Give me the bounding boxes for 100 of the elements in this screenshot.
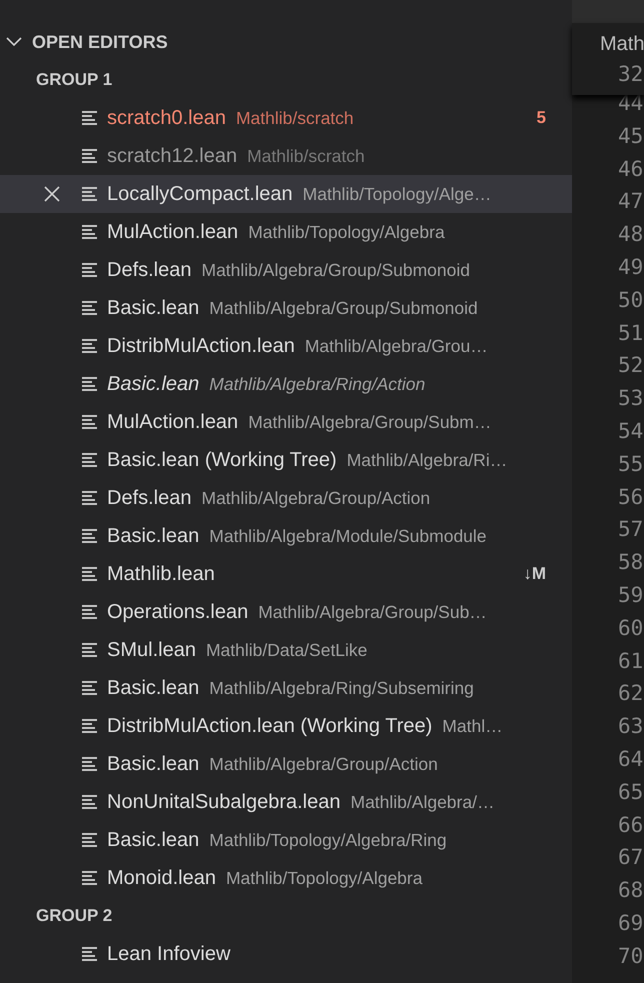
file-lines-icon <box>82 452 97 468</box>
file-path: Mathlib/Algebra/Group/Sub… <box>258 600 487 624</box>
editor-item[interactable]: scratch0.lean Mathlib/scratch 5 <box>0 99 572 137</box>
line-number: 52 <box>618 353 644 378</box>
file-name: NonUnitalSubalgebra.lean <box>107 790 340 815</box>
line-number: 68 <box>618 878 644 902</box>
file-path: Mathlib/Topology/Alge… <box>302 182 492 206</box>
editor-item[interactable]: Basic.lean Mathlib/Topology/Algebra/Ring <box>0 821 572 859</box>
group-title: GROUP 1 <box>35 69 114 92</box>
line-number: 55 <box>618 452 644 476</box>
file-name: Defs.lean <box>107 486 192 511</box>
editor-item[interactable]: scratch12.lean Mathlib/scratch <box>0 137 572 175</box>
editor-item[interactable]: DistribMulAction.lean (Working Tree) Mathl… <box>0 707 572 745</box>
file-name: Basic.lean <box>107 524 200 549</box>
line-number: 63 <box>618 714 644 738</box>
line-number: 50 <box>618 288 644 312</box>
section-header[interactable]: OPEN EDITORS <box>0 23 572 61</box>
file-lines-icon <box>82 490 97 506</box>
file-name: SMul.lean <box>107 638 196 663</box>
editor-item[interactable]: Defs.lean Mathlib/Algebra/Group/Action <box>0 479 572 517</box>
editor-item[interactable]: Defs.lean Mathlib/Algebra/Group/Submonoid <box>0 251 572 289</box>
file-lines-icon <box>82 794 97 810</box>
line-number: 60 <box>618 616 644 640</box>
close-icon[interactable] <box>43 185 61 203</box>
group-title: GROUP 2 <box>35 905 114 928</box>
file-path: Mathlib/Topology/Algebra <box>226 866 422 890</box>
file-lines-icon <box>82 870 97 886</box>
file-path: Mathlib/Data/SetLike <box>206 638 368 662</box>
file-name: Basic.lean <box>107 676 200 701</box>
editor-item[interactable]: Mathlib.lean ↓M <box>0 555 572 593</box>
line-number: 64 <box>618 746 644 771</box>
line-number: 65 <box>618 780 644 804</box>
file-name: Basic.lean <box>107 752 200 777</box>
editor-item[interactable]: MulAction.lean Mathlib/Algebra/Group/Subm… <box>0 403 572 441</box>
line-number: 54 <box>618 418 644 443</box>
line-number: 69 <box>618 910 644 935</box>
file-path: Mathlib/Algebra/Grou… <box>304 334 488 358</box>
file-name: Basic.lean <box>107 828 200 853</box>
file-lines-icon <box>82 604 97 620</box>
line-number: 56 <box>618 484 644 509</box>
editor-item[interactable]: LocallyCompact.lean Mathlib/Topology/Alge… <box>0 175 572 213</box>
file-name: Defs.lean <box>107 258 192 283</box>
file-lines-icon <box>82 338 97 354</box>
line-number: 58 <box>618 550 644 574</box>
file-path: Mathlib/Algebra/Group/Action <box>209 752 438 776</box>
file-lines-icon <box>82 300 97 316</box>
editor-item[interactable]: NonUnitalSubalgebra.lean Mathlib/Algebra/… <box>0 783 572 821</box>
editor-item[interactable]: Lean Infoview <box>0 935 572 973</box>
file-path: Mathlib/Algebra/Ring/Action <box>209 372 426 396</box>
file-path: Mathlib/Algebra/… <box>350 790 494 814</box>
editor-item[interactable]: Operations.lean Mathlib/Algebra/Group/Sub… <box>0 593 572 631</box>
file-lines-icon <box>82 832 97 848</box>
file-name: LocallyCompact.lean <box>107 182 293 207</box>
file-name: Operations.lean <box>107 600 248 625</box>
editor-item[interactable]: Basic.lean Mathlib/Algebra/Ring/Subsemiring <box>0 669 572 707</box>
file-lines-icon <box>82 528 97 544</box>
file-lines-icon <box>82 566 97 582</box>
editor-item[interactable]: Monoid.lean Mathlib/Topology/Algebra <box>0 859 572 897</box>
line-number: 47 <box>618 189 644 214</box>
status-label: ↓M <box>523 563 546 586</box>
editor-item[interactable]: Basic.lean Mathlib/Algebra/Group/Submonoid <box>0 289 572 327</box>
line-number: 44 <box>618 91 644 115</box>
file-name: DistribMulAction.lean (Working Tree) <box>107 714 432 739</box>
line-number: 32 <box>617 62 644 86</box>
editor-item[interactable]: SMul.lean Mathlib/Data/SetLike <box>0 631 572 669</box>
file-name: scratch0.lean <box>107 106 226 131</box>
editor-item[interactable]: DistribMulAction.lean Mathlib/Algebra/Grou… <box>0 327 572 365</box>
file-path: Mathlib/Algebra/Group/Submonoid <box>202 258 470 282</box>
file-path: Mathlib/Algebra/Group/Action <box>202 486 430 510</box>
file-name: DistribMulAction.lean <box>107 334 295 359</box>
file-name: Basic.lean (Working Tree) <box>107 448 337 473</box>
file-path: Mathlib/Topology/Algebra/Ring <box>209 828 447 852</box>
line-number: 51 <box>618 320 644 345</box>
line-number: 59 <box>618 582 644 607</box>
editor-item[interactable]: Basic.lean Mathlib/Algebra/Group/Action <box>0 745 572 783</box>
file-name: Mathlib.lean <box>107 562 215 587</box>
breadcrumb: Math <box>600 32 644 57</box>
line-number: 45 <box>618 124 644 148</box>
line-number: 48 <box>618 222 644 246</box>
file-path: Mathlib/Algebra/Module/Submodule <box>209 524 487 548</box>
editor-item[interactable]: MulAction.lean Mathlib/Topology/Algebra <box>0 213 572 251</box>
file-name: Lean Infoview <box>107 942 230 967</box>
file-name: Monoid.lean <box>107 866 216 891</box>
line-number: 61 <box>618 648 644 673</box>
file-lines-icon <box>82 414 97 430</box>
section-title: OPEN EDITORS <box>32 30 168 54</box>
file-lines-icon <box>82 148 97 164</box>
file-path: Mathlib/Topology/Algebra <box>248 220 445 244</box>
file-lines-icon <box>82 946 97 962</box>
file-path: Mathlib/Algebra/Group/Subm… <box>248 410 492 434</box>
editor-item[interactable]: Basic.lean Mathlib/Algebra/Ring/Action <box>0 365 572 403</box>
file-name: Basic.lean <box>107 372 200 397</box>
line-number: 53 <box>618 386 644 410</box>
line-number: 57 <box>618 517 644 542</box>
file-path: Mathlib/scratch <box>236 106 354 130</box>
file-lines-icon <box>82 224 97 240</box>
editor-item[interactable]: Basic.lean (Working Tree) Mathlib/Algebra/Ri… <box>0 441 572 479</box>
file-lines-icon <box>82 756 97 772</box>
editor-item[interactable]: Basic.lean Mathlib/Algebra/Module/Submodule <box>0 517 572 555</box>
file-path: Mathl… <box>442 714 503 738</box>
